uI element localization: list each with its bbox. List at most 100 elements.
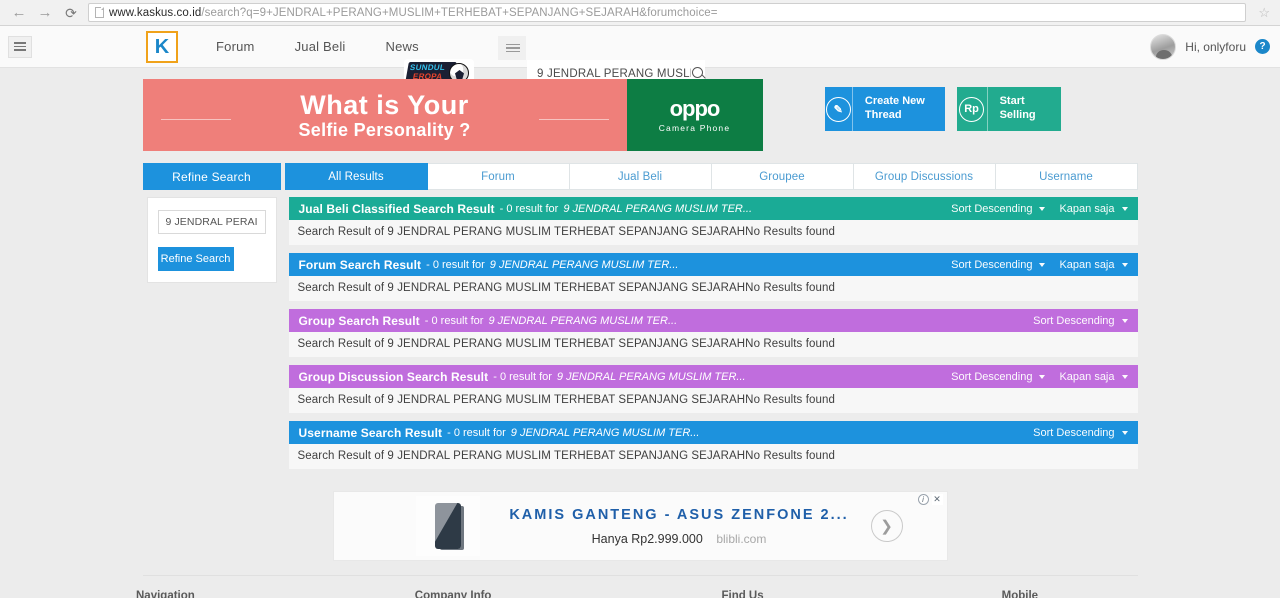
hamburger-icon-left[interactable] xyxy=(8,35,32,58)
address-bar[interactable]: www.kaskus.co.id/search?q=9+JENDRAL+PERA… xyxy=(88,3,1247,22)
tab-all-results[interactable]: All Results xyxy=(284,163,428,190)
chevron-down-icon xyxy=(1121,374,1128,379)
rupiah-icon: Rp xyxy=(957,87,988,131)
chevron-down-icon xyxy=(1039,374,1046,379)
result-count: - 0 result for xyxy=(499,202,559,215)
refine-search-panel: Refine Search xyxy=(146,197,277,283)
ad-title[interactable]: KAMIS GANTENG - ASUS ZENFONE 2... xyxy=(488,507,871,523)
time-filter-dropdown[interactable]: Kapan saja xyxy=(1059,370,1128,383)
refine-search-button[interactable]: Refine Search xyxy=(142,163,281,190)
user-area: Hi, onlyforu ? xyxy=(1150,33,1270,60)
avatar[interactable] xyxy=(1150,33,1177,60)
chevron-down-icon xyxy=(1039,206,1046,211)
sort-descending-dropdown[interactable]: Sort Descending xyxy=(951,370,1046,383)
tabs-row: Refine Search All Results Forum Jual Bel… xyxy=(142,163,1138,190)
result-header: Username Search Result - 0 result for 9 … xyxy=(288,421,1138,444)
reload-icon[interactable]: ⟳ xyxy=(62,4,80,22)
nav-item-forum[interactable]: Forum xyxy=(196,39,275,54)
chevron-down-icon xyxy=(1039,262,1046,267)
oppo-banner-ad[interactable]: What is Your Selfie Personality ? oppo C… xyxy=(142,79,763,151)
ad-product-image xyxy=(415,496,480,556)
site-footer: Navigation Company Info Find Us Mobile xyxy=(0,576,1280,598)
create-thread-label: Create New Thread xyxy=(864,95,925,121)
banner-row: What is Your Selfie Personality ? oppo C… xyxy=(142,68,1138,151)
result-body: Search Result of 9 JENDRAL PERANG MUSLIM… xyxy=(288,388,1138,413)
ad-text-area: KAMIS GANTENG - ASUS ZENFONE 2... Hanya … xyxy=(480,507,871,546)
kaskus-logo[interactable]: K xyxy=(146,31,178,63)
start-selling-label: Start Selling xyxy=(999,95,1036,121)
action-buttons: ✎ Create New Thread Rp Start Selling xyxy=(824,87,1061,131)
sort-descending-dropdown[interactable]: Sort Descending xyxy=(1033,427,1128,439)
content-row: Refine Search Jual Beli Classified Searc… xyxy=(143,197,1138,477)
nav-item-jual-beli[interactable]: Jual Beli xyxy=(275,39,366,54)
tab-groupee[interactable]: Groupee xyxy=(711,163,854,190)
result-forum: Forum Search Result - 0 result for 9 JEN… xyxy=(288,253,1138,301)
sort-label: Sort Descending xyxy=(951,202,1033,215)
category-menu-icon[interactable] xyxy=(498,36,526,60)
page-body: What is Your Selfie Personality ? oppo C… xyxy=(0,68,1280,598)
result-header: Forum Search Result - 0 result for 9 JEN… xyxy=(288,253,1138,276)
sort-descending-dropdown[interactable]: Sort Descending xyxy=(1033,315,1128,327)
back-arrow-icon[interactable]: ← xyxy=(10,4,28,22)
result-title: Group Discussion Search Result xyxy=(298,369,489,384)
result-query: 9 JENDRAL PERANG MUSLIM TER... xyxy=(563,202,753,215)
address-bar-text: www.kaskus.co.id/search?q=9+JENDRAL+PERA… xyxy=(109,7,718,19)
sort-descending-dropdown[interactable]: Sort Descending xyxy=(951,202,1046,215)
result-tabs: All Results Forum Jual Beli Groupee Grou… xyxy=(284,163,1138,190)
result-query: 9 JENDRAL PERANG MUSLIM TER... xyxy=(556,370,746,383)
main-nav: Forum Jual Beli News xyxy=(196,39,439,54)
close-icon[interactable]: ✕ xyxy=(931,494,943,505)
user-greeting[interactable]: Hi, onlyforu xyxy=(1185,40,1246,54)
time-label: Kapan saja xyxy=(1059,370,1115,383)
footer-column-find-us: Find Us xyxy=(721,590,764,598)
hamburger-lines xyxy=(506,41,520,54)
result-body: Search Result of 9 JENDRAL PERANG MUSLIM… xyxy=(288,220,1138,245)
forward-arrow-icon[interactable]: → xyxy=(36,4,54,22)
bottom-advertisement[interactable]: i ✕ KAMIS GANTENG - ASUS ZENFONE 2... Ha… xyxy=(332,491,948,561)
result-title: Forum Search Result xyxy=(298,257,422,272)
result-count: - 0 result for xyxy=(493,370,552,383)
footer-column-mobile: Mobile xyxy=(1001,590,1039,598)
tab-username[interactable]: Username xyxy=(995,163,1138,190)
time-label: Kapan saja xyxy=(1059,258,1115,271)
banner-headline-2: Selfie Personality ? xyxy=(298,119,471,140)
sort-descending-dropdown[interactable]: Sort Descending xyxy=(951,259,1046,271)
create-new-thread-button[interactable]: ✎ Create New Thread xyxy=(824,87,945,131)
result-count: - 0 result for xyxy=(424,314,484,327)
time-label: Kapan saja xyxy=(1059,202,1115,215)
chevron-down-icon xyxy=(1121,206,1128,211)
footer-column-company-info: Company Info xyxy=(414,590,492,598)
chevron-down-icon xyxy=(1121,430,1128,435)
ad-info-icon[interactable]: i xyxy=(917,494,929,505)
browser-toolbar: ← → ⟳ www.kaskus.co.id/search?q=9+JENDRA… xyxy=(0,0,1280,26)
result-header: Group Discussion Search Result - 0 resul… xyxy=(288,365,1138,388)
tab-forum[interactable]: Forum xyxy=(427,163,570,190)
ad-price-row: Hanya Rp2.999.000 blibli.com xyxy=(488,532,871,546)
time-filter-dropdown[interactable]: Kapan saja xyxy=(1059,258,1128,271)
ad-badges: i ✕ xyxy=(917,494,943,505)
result-header: Jual Beli Classified Search Result - 0 r… xyxy=(288,197,1138,220)
start-selling-button[interactable]: Rp Start Selling xyxy=(956,87,1061,131)
result-header: Group Search Result - 0 result for 9 JEN… xyxy=(288,309,1138,332)
chevron-down-icon xyxy=(1121,318,1128,323)
results-list: Jual Beli Classified Search Result - 0 r… xyxy=(288,197,1138,477)
help-icon[interactable]: ? xyxy=(1255,39,1270,54)
time-filter-dropdown[interactable]: Kapan saja xyxy=(1059,202,1128,215)
result-username: Username Search Result - 0 result for 9 … xyxy=(288,421,1138,469)
result-count: - 0 result for xyxy=(426,258,485,271)
oppo-logo: oppo xyxy=(669,95,721,121)
ad-domain: blibli.com xyxy=(716,531,767,546)
refine-search-input[interactable] xyxy=(157,210,266,234)
result-title: Jual Beli Classified Search Result xyxy=(298,201,495,216)
tab-jual-beli[interactable]: Jual Beli xyxy=(569,163,712,190)
chevron-right-icon[interactable]: ❯ xyxy=(870,510,903,542)
tab-group-discussions[interactable]: Group Discussions xyxy=(853,163,996,190)
sort-label: Sort Descending xyxy=(951,370,1033,383)
nav-item-news[interactable]: News xyxy=(366,39,439,54)
star-icon[interactable]: ☆ xyxy=(1258,5,1270,21)
refine-search-submit[interactable]: Refine Search xyxy=(157,247,234,271)
result-query: 9 JENDRAL PERANG MUSLIM TER... xyxy=(510,426,700,439)
banner-rule-right xyxy=(538,119,609,120)
url-path: /search?q=9+JENDRAL+PERANG+MUSLIM+TERHEB… xyxy=(201,6,718,19)
result-query: 9 JENDRAL PERANG MUSLIM TER... xyxy=(488,314,678,327)
